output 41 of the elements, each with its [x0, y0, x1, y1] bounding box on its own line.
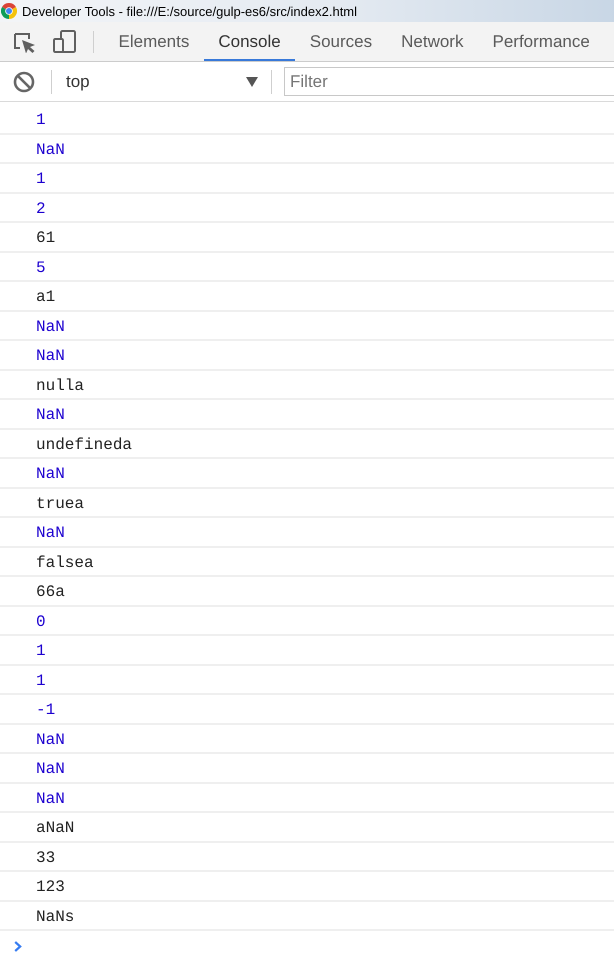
- console-message: 33: [36, 848, 56, 868]
- console-message: NaNs: [36, 906, 74, 928]
- console-message: NaN: [36, 788, 65, 810]
- console-message: truea: [36, 494, 84, 514]
- console-message: 1: [36, 110, 46, 131]
- console-message: NaN: [36, 523, 65, 544]
- tab[interactable]: Elements: [104, 22, 204, 61]
- console-message: 0: [36, 612, 46, 632]
- block-icon[interactable]: [13, 70, 35, 92]
- console-message: -1: [36, 700, 56, 721]
- tab[interactable]: Network: [386, 22, 478, 61]
- console-message: NaN: [36, 140, 65, 160]
- console-message: NaN: [36, 316, 65, 338]
- context-select[interactable]: top: [58, 68, 264, 96]
- console-message: undefineda: [36, 434, 132, 456]
- filter-field[interactable]: Filter: [284, 67, 614, 96]
- console-message: NaN: [36, 464, 65, 485]
- cursor-square-icon[interactable]: [14, 32, 36, 52]
- tab[interactable]: Performance: [478, 22, 604, 61]
- console-message: NaN: [36, 346, 65, 367]
- console-message: NaN: [36, 405, 65, 426]
- chevron-icon: [14, 941, 22, 952]
- caret-icon: [246, 76, 258, 86]
- device-icon[interactable]: [53, 30, 76, 53]
- console-message: a1: [36, 287, 56, 308]
- window-title: Developer Tools - file:///E:/source/gulp-es6/src/index2.html: [22, 4, 358, 18]
- console-message: NaN: [36, 730, 65, 750]
- console-message: falsea: [36, 552, 94, 574]
- console-message: 2: [36, 198, 46, 220]
- console-message: 66a: [36, 582, 65, 603]
- console-message: 1: [36, 641, 46, 662]
- console-message: NaN: [36, 759, 65, 780]
- console-message: 1: [36, 670, 46, 692]
- console-message: 1: [36, 169, 46, 190]
- console-message: 5: [36, 258, 46, 278]
- console-message: 61: [36, 228, 56, 249]
- tab[interactable]: Sources: [295, 22, 387, 61]
- console-message: nulla: [36, 376, 84, 396]
- console-message: 123: [36, 877, 65, 898]
- browser-logo-icon: [1, 3, 17, 19]
- console-message: aNaN: [36, 818, 74, 839]
